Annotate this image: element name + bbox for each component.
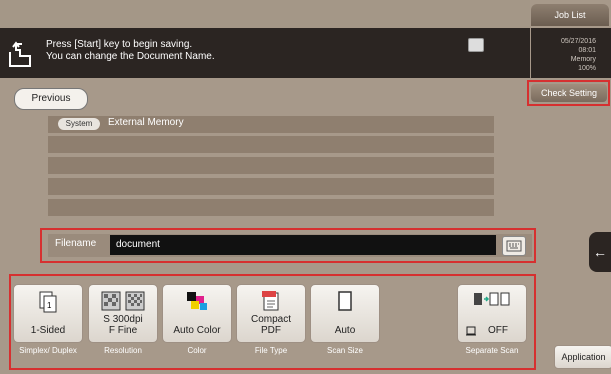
separate-scan-icon bbox=[474, 292, 510, 306]
system-badge: System bbox=[58, 118, 100, 130]
side-panel-arrow-icon[interactable]: ← bbox=[589, 232, 611, 272]
resolution-value: S 300dpi F Fine bbox=[103, 314, 143, 336]
color-icon bbox=[187, 292, 207, 310]
previous-button[interactable]: Previous bbox=[14, 88, 88, 110]
filename-label: Filename bbox=[55, 238, 97, 249]
simplex-duplex-button[interactable]: 1 1-Sided bbox=[13, 284, 83, 343]
scan-size-caption: Scan Size bbox=[326, 346, 364, 355]
list-row-empty bbox=[48, 136, 494, 153]
message-line-1: Press [Start] key to begin saving. bbox=[46, 39, 193, 50]
file-type-caption: File Type bbox=[254, 346, 288, 355]
scan-size-value: Auto bbox=[334, 325, 356, 336]
color-caption: Color bbox=[187, 346, 207, 355]
separate-scan-button[interactable]: OFF bbox=[457, 284, 527, 343]
simplex-duplex-caption: Simplex/ Duplex bbox=[19, 346, 77, 355]
message-line-2: You can change the Document Name. bbox=[46, 51, 215, 62]
list-item-name: External Memory bbox=[108, 117, 184, 128]
simplex-icon: 1 bbox=[39, 291, 57, 313]
separate-scan-caption: Separate Scan bbox=[465, 346, 519, 355]
resolution-button[interactable]: S 300dpi F Fine bbox=[88, 284, 158, 343]
application-button[interactable]: Application bbox=[554, 345, 611, 369]
status-panel: 05/27/2016 08:01 Memory 100% bbox=[531, 28, 611, 78]
resolution-icon bbox=[101, 291, 145, 311]
message-bar: Press [Start] key to begin saving. You c… bbox=[0, 28, 530, 78]
page-icon bbox=[338, 291, 352, 311]
check-setting-button[interactable]: Check Setting bbox=[531, 84, 607, 102]
filename-input[interactable]: document bbox=[110, 235, 496, 255]
list-row-empty bbox=[48, 178, 494, 195]
scan-size-button[interactable]: Auto bbox=[310, 284, 380, 343]
memory-label: Memory bbox=[570, 56, 596, 63]
list-row-empty bbox=[48, 157, 494, 174]
separate-scan-value: OFF bbox=[488, 325, 508, 336]
scan-to-memory-icon bbox=[9, 41, 31, 67]
resolution-caption: Resolution bbox=[104, 346, 142, 355]
job-list-button[interactable]: Job List bbox=[531, 4, 609, 26]
file-type-button[interactable]: Compact PDF bbox=[236, 284, 306, 343]
pdf-icon bbox=[262, 291, 279, 311]
list-row-empty bbox=[48, 199, 494, 216]
simplex-duplex-value: 1-Sided bbox=[30, 325, 66, 336]
keyboard-icon[interactable] bbox=[502, 236, 526, 256]
color-button[interactable]: Auto Color bbox=[162, 284, 232, 343]
svg-text:1: 1 bbox=[47, 301, 52, 310]
top-bar bbox=[0, 0, 530, 28]
file-type-value: Compact PDF bbox=[250, 314, 291, 336]
date: 05/27/2016 bbox=[560, 38, 596, 45]
color-value: Auto Color bbox=[173, 325, 221, 336]
memory-value: 100% bbox=[578, 65, 596, 72]
memory-device-icon bbox=[468, 38, 484, 52]
time: 08:01 bbox=[578, 47, 596, 54]
